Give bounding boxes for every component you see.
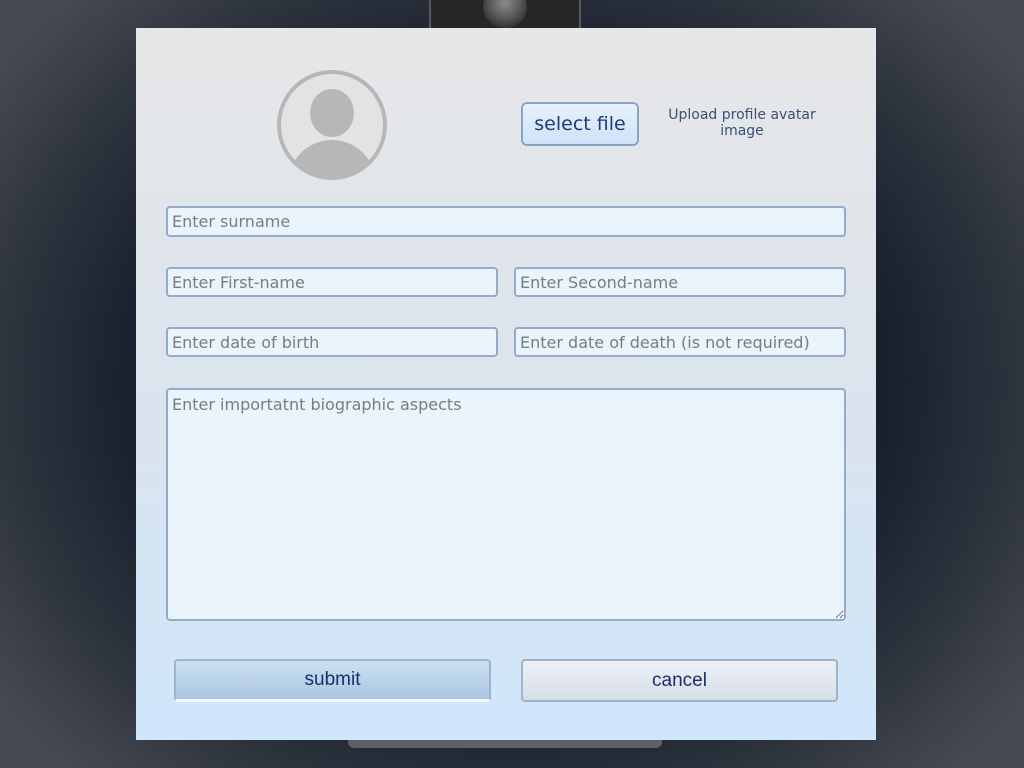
avatar-shoulders-shape [288,140,376,176]
second-name-input[interactable] [514,267,846,297]
upload-avatar-hint: Upload profile avatar image [668,107,816,139]
avatar-head-shape [310,89,354,137]
profile-form-modal: select file Upload profile avatar image … [136,28,876,740]
first-name-input[interactable] [166,267,498,297]
background-portrait-thumbnail [429,0,581,28]
select-file-button[interactable]: select file [521,102,639,146]
background-bar [348,740,662,748]
date-of-death-input[interactable] [514,327,846,357]
biography-textarea[interactable] [166,388,846,621]
portrait-image [483,0,527,28]
surname-input[interactable] [166,206,846,237]
cancel-button[interactable]: cancel [521,659,838,702]
submit-button[interactable]: submit [174,659,491,702]
avatar-placeholder-icon [277,70,387,180]
date-of-birth-input[interactable] [166,327,498,357]
